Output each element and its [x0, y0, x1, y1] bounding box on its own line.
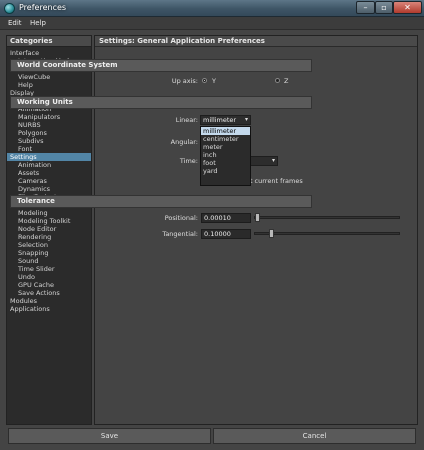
tangential-slider-handle[interactable]: [269, 229, 274, 238]
close-button[interactable]: ✕: [393, 1, 422, 14]
positional-label: Positional:: [164, 214, 198, 222]
category-item[interactable]: Animation: [7, 161, 91, 169]
linear-option[interactable]: meter: [201, 143, 250, 151]
category-tree: InterfaceInteraction ModeUI ElementsView…: [7, 47, 91, 313]
category-item[interactable]: Node Editor: [7, 225, 91, 233]
menu-bar: Edit Help: [0, 17, 424, 30]
tangential-label: Tangential:: [162, 230, 198, 238]
linear-option[interactable]: foot: [201, 159, 250, 167]
save-button[interactable]: Save: [8, 428, 211, 444]
categories-panel: Categories InterfaceInteraction ModeUI E…: [6, 35, 92, 425]
cancel-button[interactable]: Cancel: [213, 428, 416, 444]
linear-dropdown-list: millimeter centimeter meter inch foot yard: [200, 126, 251, 186]
up-axis-label: Up axis:: [171, 77, 198, 85]
chevron-down-icon: ▾: [244, 116, 248, 123]
category-item[interactable]: ViewCube: [7, 73, 91, 81]
up-axis-z-label: Z: [284, 77, 289, 85]
category-item[interactable]: Manipulators: [7, 113, 91, 121]
chevron-down-icon: ▾: [271, 157, 275, 164]
category-item[interactable]: Modeling: [7, 209, 91, 217]
maximize-button[interactable]: ▫: [375, 1, 393, 14]
category-item[interactable]: Modules: [7, 297, 91, 305]
category-item[interactable]: Rendering: [7, 233, 91, 241]
category-item[interactable]: GPU Cache: [7, 281, 91, 289]
positional-input[interactable]: 0.00010: [201, 213, 251, 223]
category-item[interactable]: Modeling Toolkit: [7, 217, 91, 225]
category-item[interactable]: NURBS: [7, 121, 91, 129]
linear-option[interactable]: centimeter: [201, 135, 250, 143]
category-item[interactable]: Applications: [7, 305, 91, 313]
category-item[interactable]: Assets: [7, 169, 91, 177]
up-axis-y-radio[interactable]: [202, 78, 207, 83]
tangential-slider[interactable]: [254, 229, 400, 238]
linear-dropdown-value: millimeter: [203, 116, 237, 124]
category-item[interactable]: Font: [7, 145, 91, 153]
linear-dropdown[interactable]: millimeter ▾: [200, 115, 251, 125]
category-item[interactable]: Save Actions: [7, 289, 91, 297]
category-item[interactable]: Sound: [7, 257, 91, 265]
categories-header: Categories: [7, 36, 91, 47]
category-item[interactable]: Selection: [7, 241, 91, 249]
category-item[interactable]: Dynamics: [7, 185, 91, 193]
title-bar: Preferences – ▫ ✕: [0, 0, 424, 17]
linear-label: Linear:: [175, 116, 198, 124]
window-title: Preferences: [19, 3, 67, 12]
positional-slider[interactable]: [254, 213, 400, 222]
linear-option[interactable]: yard: [201, 167, 250, 175]
positional-slider-handle[interactable]: [255, 213, 260, 222]
category-item[interactable]: Snapping: [7, 249, 91, 257]
menu-help[interactable]: Help: [30, 19, 46, 27]
settings-panel: Settings: General Application Preference…: [94, 35, 418, 425]
minimize-button[interactable]: –: [356, 1, 375, 14]
menu-edit[interactable]: Edit: [8, 19, 22, 27]
up-axis-z-radio[interactable]: [275, 78, 280, 83]
category-item[interactable]: Undo: [7, 273, 91, 281]
app-icon: [4, 3, 15, 14]
working-units-section-header[interactable]: Working Units: [10, 96, 312, 109]
settings-header: Settings: General Application Preference…: [95, 36, 417, 47]
tolerance-section-header[interactable]: Tolerance: [10, 195, 312, 208]
time-label: Time:: [179, 157, 198, 165]
category-item[interactable]: Interface: [7, 49, 91, 57]
up-axis-y-label: Y: [212, 77, 216, 85]
world-coordinate-section-header[interactable]: World Coordinate System: [10, 59, 312, 72]
linear-option[interactable]: inch: [201, 151, 250, 159]
category-item[interactable]: Time Slider: [7, 265, 91, 273]
linear-option[interactable]: millimeter: [201, 127, 250, 135]
category-item[interactable]: Polygons: [7, 129, 91, 137]
category-item[interactable]: Cameras: [7, 177, 91, 185]
tangential-input[interactable]: 0.10000: [201, 229, 251, 239]
category-item[interactable]: Help: [7, 81, 91, 89]
category-item[interactable]: Settings: [7, 153, 91, 161]
angular-label: Angular:: [170, 138, 198, 146]
category-item[interactable]: Subdivs: [7, 137, 91, 145]
